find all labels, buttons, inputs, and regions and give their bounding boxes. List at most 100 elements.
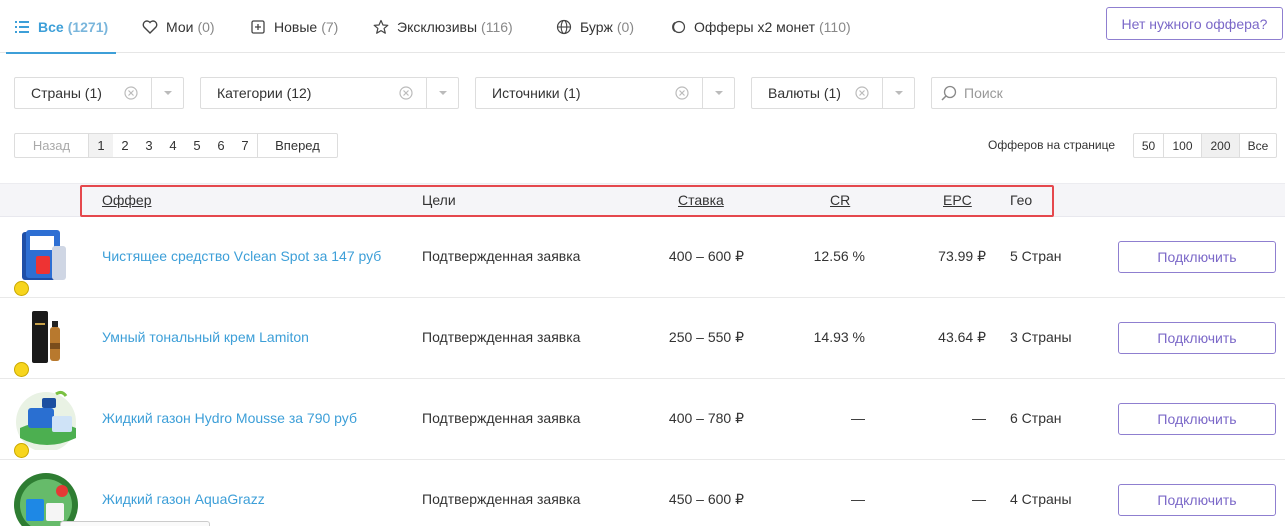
offer-geo: 4 Страны (1010, 491, 1072, 507)
clear-icon[interactable] (123, 85, 139, 101)
page-button[interactable]: 1 (89, 134, 113, 157)
tab-count: (0) (197, 18, 215, 35)
clear-icon[interactable] (398, 85, 414, 101)
offer-thumbnail (12, 226, 80, 288)
table-row: Жидкий газон AquaGrazz Подтвержденная за… (0, 460, 1285, 526)
chevron-down-icon[interactable] (151, 78, 183, 108)
horizontal-scrollbar[interactable] (60, 521, 210, 526)
chevron-down-icon[interactable] (426, 78, 458, 108)
clear-icon[interactable] (674, 85, 690, 101)
list-icon (14, 19, 30, 35)
filter-countries[interactable]: Страны (1) (14, 77, 184, 109)
offer-epc: — (972, 410, 986, 426)
chevron-down-icon[interactable] (882, 78, 914, 108)
search-box (931, 77, 1277, 109)
page-button[interactable]: 6 (209, 134, 233, 157)
per-page-option[interactable]: 50 (1134, 134, 1164, 157)
filter-label: Валюты (1) (768, 85, 841, 101)
offer-goal: Подтвержденная заявка (422, 491, 581, 507)
tab-count: (7) (321, 18, 339, 35)
header-highlight-box (80, 185, 1054, 217)
coin-icon (670, 19, 686, 35)
tab-count: (116) (481, 18, 513, 35)
column-offer[interactable]: Оффер (102, 192, 152, 208)
offer-epc: 43.64 ₽ (938, 329, 986, 345)
offer-rate: 400 – 600 ₽ (668, 248, 744, 264)
column-geo: Гео (1010, 192, 1033, 208)
tab-exclusive[interactable]: Эксклюзивы (116) (373, 0, 513, 53)
globe-icon (556, 19, 572, 35)
offer-cr: 12.56 % (813, 248, 865, 264)
status-dot (14, 362, 29, 377)
tab-label: Новые (274, 18, 318, 35)
offer-thumbnail (12, 388, 80, 452)
star-icon (373, 19, 389, 35)
filter-sources[interactable]: Источники (1) (475, 77, 735, 109)
offer-cr: 14.93 % (813, 329, 865, 345)
heart-icon (142, 19, 158, 35)
per-page-option[interactable]: 100 (1164, 134, 1202, 157)
table-row: Умный тональный крем Lamiton Подтвержден… (0, 298, 1285, 379)
page-button[interactable]: 5 (185, 134, 209, 157)
plus-square-icon (250, 19, 266, 35)
tab-label: Мои (166, 18, 194, 35)
connect-button[interactable]: Подключить (1118, 484, 1276, 516)
offer-epc: 73.99 ₽ (938, 248, 986, 264)
offer-goal: Подтвержденная заявка (422, 248, 581, 264)
column-cr[interactable]: CR (830, 192, 850, 208)
tab-x2-coins[interactable]: Офферы x2 монет (110) (670, 0, 851, 53)
connect-button[interactable]: Подключить (1118, 403, 1276, 435)
offer-geo: 3 Страны (1010, 329, 1072, 345)
per-page-selector: 50 100 200 Все (1133, 133, 1277, 158)
filter-label: Категории (12) (217, 85, 312, 101)
offer-name-link[interactable]: Жидкий газон AquaGrazz (102, 491, 265, 507)
tab-all[interactable]: Все (1271) (5, 0, 117, 54)
tab-burzh[interactable]: Бурж (0) (556, 0, 634, 53)
search-icon (940, 84, 958, 102)
offer-rate: 400 – 780 ₽ (668, 410, 744, 426)
chevron-down-icon[interactable] (702, 78, 734, 108)
table-row: Чистящее средство Vclean Spot за 147 руб… (0, 217, 1285, 298)
filter-label: Страны (1) (31, 85, 102, 101)
page-button[interactable]: 7 (233, 134, 257, 157)
next-page-button[interactable]: Вперед (257, 134, 337, 157)
offer-geo: 6 Стран (1010, 410, 1062, 426)
offer-cr: — (851, 491, 865, 507)
connect-button[interactable]: Подключить (1118, 241, 1276, 273)
connect-button[interactable]: Подключить (1118, 322, 1276, 354)
column-rate[interactable]: Ставка (678, 192, 724, 208)
page-button[interactable]: 4 (161, 134, 185, 157)
tab-count: (0) (616, 18, 634, 35)
search-input[interactable] (964, 85, 1264, 101)
tab-count: (110) (819, 18, 851, 35)
per-page-option[interactable]: 200 (1202, 134, 1240, 157)
clear-icon[interactable] (854, 85, 870, 101)
tab-new[interactable]: Новые (7) (250, 0, 338, 53)
page-button[interactable]: 3 (137, 134, 161, 157)
column-epc[interactable]: EPC (943, 192, 972, 208)
offer-geo: 5 Стран (1010, 248, 1062, 264)
offer-name-link[interactable]: Умный тональный крем Lamiton (102, 329, 309, 345)
filter-categories[interactable]: Категории (12) (200, 77, 459, 109)
filter-label: Источники (1) (492, 85, 581, 101)
column-goals: Цели (422, 192, 456, 208)
offer-name-link[interactable]: Жидкий газон Hydro Mousse за 790 руб (102, 410, 357, 426)
tab-label: Эксклюзивы (397, 18, 478, 35)
offer-rate: 450 – 600 ₽ (668, 491, 744, 507)
prev-page-button[interactable]: Назад (15, 134, 89, 157)
offer-goal: Подтвержденная заявка (422, 410, 581, 426)
offer-name-link[interactable]: Чистящее средство Vclean Spot за 147 руб (102, 248, 381, 264)
status-dot (14, 281, 29, 296)
pagination: Назад 1 2 3 4 5 6 7 Вперед (14, 133, 338, 158)
filter-currencies[interactable]: Валюты (1) (751, 77, 915, 109)
offer-goal: Подтвержденная заявка (422, 329, 581, 345)
per-page-option[interactable]: Все (1240, 134, 1276, 157)
offer-tabs: Все (1271) Мои (0) Новые (7) Эксклюзивы … (0, 0, 1285, 54)
offer-cr: — (851, 410, 865, 426)
need-offer-button[interactable]: Нет нужного оффера? (1106, 7, 1283, 40)
table-header: Оффер Цели Ставка CR EPC Гео (0, 183, 1285, 217)
tab-mine[interactable]: Мои (0) (142, 0, 215, 53)
status-dot (14, 443, 29, 458)
page-button[interactable]: 2 (113, 134, 137, 157)
tab-label: Все (38, 18, 64, 35)
